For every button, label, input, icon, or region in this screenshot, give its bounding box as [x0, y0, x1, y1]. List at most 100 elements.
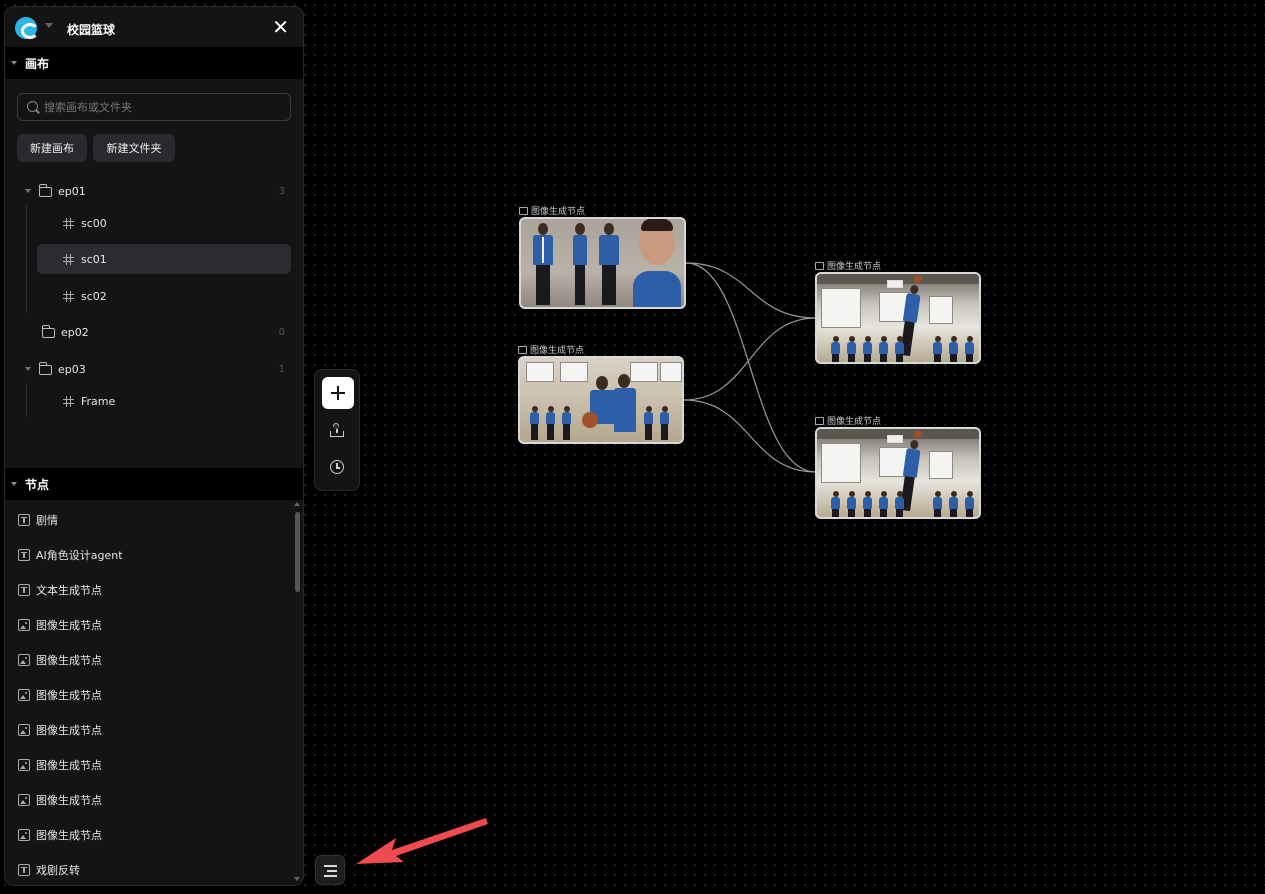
node-item-ai-character-agent[interactable]: AI角色设计agent	[5, 537, 297, 572]
canvas-node-title: 图像生成节点	[827, 417, 882, 427]
search-icon	[27, 101, 38, 112]
node-item-label: 图像生成节点	[36, 828, 102, 842]
canvas-node-image-character-sheet[interactable]	[519, 217, 686, 309]
node-item-image-generation[interactable]: 图像生成节点	[5, 782, 297, 817]
node-item-label: 戏剧反转	[36, 863, 80, 877]
text-icon	[18, 583, 30, 596]
canvas-node-image-gym-group[interactable]	[518, 356, 684, 444]
node-item-image-generation[interactable]: 图像生成节点	[5, 747, 297, 782]
image-icon	[18, 723, 30, 736]
project-title: 校园篮球	[67, 23, 116, 37]
image-icon	[18, 793, 30, 806]
tree-folder-ep03[interactable]: ep03 1	[5, 355, 303, 383]
image-icon	[815, 416, 824, 425]
new-folder-button[interactable]: 新建文件夹	[93, 134, 175, 162]
image-icon	[18, 653, 30, 666]
node-library-list: 剧情 AI角色设计agent 文本生成节点 图像生成节点 图像生成节点 图像生成…	[5, 502, 297, 885]
canvas-node-title: 图像生成节点	[530, 346, 585, 356]
frame-icon	[63, 291, 74, 302]
canvas-node-image-gym-dunk[interactable]	[815, 272, 981, 364]
chevron-down-icon	[11, 482, 17, 486]
tree-folder-ep02[interactable]: ep02 0	[5, 318, 303, 346]
toggle-panel-button[interactable]	[315, 855, 345, 885]
canvas-toolbar	[314, 369, 360, 491]
chevron-down-icon[interactable]	[45, 23, 53, 28]
canvas-node-label: 图像生成节点	[518, 343, 584, 356]
close-button[interactable]: ✕	[272, 15, 289, 39]
tree-canvas-sc00[interactable]: sc00	[5, 209, 303, 237]
canvas-node-image-gym-dunk[interactable]	[815, 427, 981, 519]
chevron-down-icon[interactable]	[25, 189, 31, 193]
side-panel: 校园篮球 ✕ 画布 新建画布 新建文件夹 ep01 3 sc00 sc01 sc…	[4, 6, 304, 886]
chevron-down-icon	[11, 61, 17, 65]
image-icon	[18, 618, 30, 631]
node-item-label: 图像生成节点	[36, 653, 102, 667]
chevron-down-icon[interactable]	[25, 367, 31, 371]
canvas-node-title: 图像生成节点	[531, 207, 586, 217]
canvas-label: Frame	[81, 394, 116, 408]
canvas-label: sc02	[81, 289, 107, 303]
node-item-label: 文本生成节点	[36, 583, 102, 597]
node-item-label: AI角色设计agent	[36, 548, 123, 562]
node-item-label: 图像生成节点	[36, 618, 102, 632]
node-item-image-generation[interactable]: 图像生成节点	[5, 607, 297, 642]
folder-count: 0	[278, 326, 285, 338]
node-item-image-generation[interactable]: 图像生成节点	[5, 712, 297, 747]
node-item-image-generation[interactable]: 图像生成节点	[5, 817, 297, 852]
tree-folder-ep01[interactable]: ep01 3	[5, 177, 303, 205]
image-icon	[18, 758, 30, 771]
frame-icon	[63, 218, 74, 229]
search-input[interactable]	[44, 100, 274, 114]
frame-icon	[63, 396, 74, 407]
node-item-plot[interactable]: 剧情	[5, 502, 297, 537]
canvas-section-header[interactable]: 画布	[5, 47, 303, 79]
app-logo-icon[interactable]	[15, 17, 39, 39]
folder-label: ep03	[58, 362, 86, 376]
canvas-label: sc00	[81, 216, 107, 230]
frame-icon	[63, 254, 74, 265]
node-item-image-generation[interactable]: 图像生成节点	[5, 642, 297, 677]
history-icon[interactable]	[330, 460, 344, 474]
annotation-arrow-icon	[356, 818, 488, 864]
image-icon	[519, 206, 528, 215]
canvas-node-title: 图像生成节点	[827, 262, 882, 272]
panel-header: 校园篮球 ✕	[5, 7, 303, 47]
text-icon	[18, 863, 30, 876]
text-icon	[18, 513, 30, 526]
folder-open-icon	[39, 362, 52, 375]
new-canvas-button[interactable]: 新建画布	[17, 134, 87, 162]
add-icon[interactable]	[322, 377, 354, 409]
image-icon	[18, 828, 30, 841]
canvas-node-label: 图像生成节点	[815, 259, 881, 272]
image-icon	[815, 261, 824, 270]
folder-count: 1	[278, 363, 285, 375]
nodes-section-title: 节点	[25, 477, 50, 492]
scrollbar-thumb[interactable]	[295, 512, 300, 592]
scroll-up-arrow-icon[interactable]	[294, 502, 300, 506]
tree-canvas-sc02[interactable]: sc02	[5, 282, 303, 310]
canvas-section-title: 画布	[25, 56, 50, 71]
folder-label: ep02	[61, 325, 89, 339]
search-box[interactable]	[17, 93, 291, 121]
image-icon	[518, 345, 527, 354]
node-item-label: 图像生成节点	[36, 688, 102, 702]
scroll-down-arrow-icon[interactable]	[294, 877, 300, 881]
node-item-label: 图像生成节点	[36, 723, 102, 737]
node-item-image-generation[interactable]: 图像生成节点	[5, 677, 297, 712]
image-icon	[18, 688, 30, 701]
node-item-label: 图像生成节点	[36, 793, 102, 807]
folder-icon	[42, 325, 55, 338]
folder-label: ep01	[58, 184, 86, 198]
canvas-node-label: 图像生成节点	[519, 204, 585, 217]
canvas-node-label: 图像生成节点	[815, 414, 881, 427]
folder-count: 3	[278, 185, 285, 197]
node-item-text-generation[interactable]: 文本生成节点	[5, 572, 297, 607]
text-icon	[18, 548, 30, 561]
tree-canvas-frame[interactable]: Frame	[5, 387, 303, 415]
folder-open-icon	[39, 184, 52, 197]
node-item-drama-twist[interactable]: 戏剧反转	[5, 852, 297, 885]
canvas-label: sc01	[81, 252, 107, 266]
tree-canvas-sc01[interactable]: sc01	[5, 245, 303, 273]
nodes-section-header[interactable]: 节点	[5, 468, 303, 500]
upload-icon[interactable]	[330, 421, 344, 437]
